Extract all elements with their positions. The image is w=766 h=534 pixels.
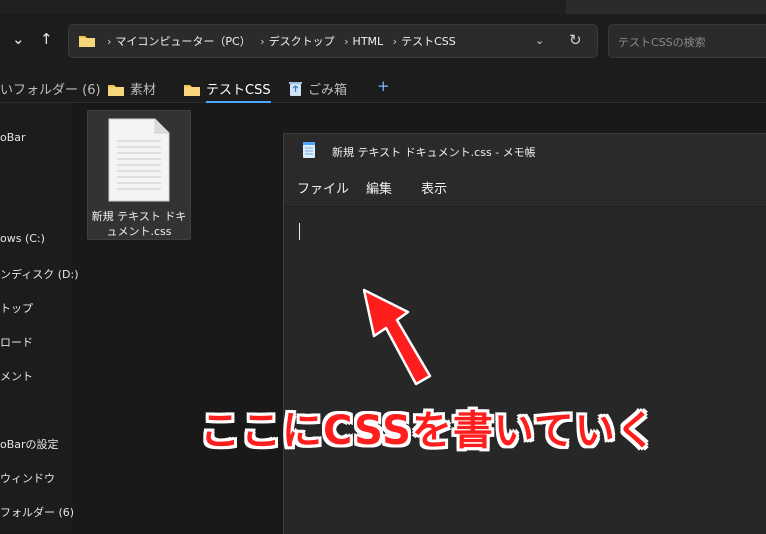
folder-icon xyxy=(79,36,95,47)
folder-icon xyxy=(108,85,124,96)
breadcrumb-item-desktop[interactable]: デスクトップ xyxy=(269,35,335,48)
text-cursor xyxy=(299,223,300,240)
sidebar-item-folder-6[interactable]: フォルダー (6) xyxy=(0,504,74,520)
window-title-strip xyxy=(0,0,766,14)
sidebar-item-drive-c[interactable]: ows (C:) xyxy=(0,232,45,245)
up-button[interactable]: ↑ xyxy=(40,30,53,48)
tab-label: テストCSS xyxy=(206,83,271,98)
breadcrumb-item-html[interactable]: HTML xyxy=(353,35,384,48)
sidebar-item-desktop[interactable]: トップ xyxy=(0,300,33,316)
tab-new-folder[interactable]: いフォルダー (6) xyxy=(0,79,101,98)
menu-edit[interactable]: 編集 xyxy=(366,178,392,197)
recycle-bin-icon xyxy=(289,82,302,96)
sidebar-item-window[interactable]: ウィンドウ xyxy=(0,470,55,486)
refresh-icon[interactable]: ↻ xyxy=(569,31,582,49)
file-item[interactable]: 新規 テキスト ドキュメント.css xyxy=(87,110,191,240)
breadcrumb: › マイコンピューター（PC） › デスクトップ › HTML › テストCSS xyxy=(105,33,460,49)
breadcrumb-separator: › xyxy=(344,35,349,48)
explorer-navigation-bar: ⌄ ↑ › マイコンピューター（PC） › デスクトップ › HTML › テストCSS… xyxy=(0,14,766,70)
tab-label: 素材 xyxy=(130,83,157,98)
folder-icon xyxy=(184,85,200,96)
breadcrumb-item-pc[interactable]: マイコンピューター（PC） xyxy=(115,35,250,48)
annotation-text: ここにCSSを書いていく xyxy=(200,408,657,454)
address-bar[interactable]: › マイコンピューター（PC） › デスクトップ › HTML › テストCSS ⌄ ↻ xyxy=(68,24,598,58)
recent-locations-button[interactable]: ⌄ xyxy=(12,30,25,48)
sidebar-item-downloads[interactable]: ロード xyxy=(0,334,33,350)
menu-view[interactable]: 表示 xyxy=(421,178,447,197)
navigation-pane: oBar ows (C:) ンディスク (D:) トップ ロード メント oBa… xyxy=(0,103,79,533)
file-name: 新規 テキスト ドキュメント.css xyxy=(91,210,187,238)
notepad-title-bar[interactable]: 新規 テキスト ドキュメント.css - メモ帳 xyxy=(284,134,766,168)
active-tab-indicator xyxy=(206,101,271,103)
search-input[interactable]: テストCSSの検索 xyxy=(608,24,766,58)
annotation-arrow-icon xyxy=(362,288,432,386)
tab-testcss[interactable]: テストCSS xyxy=(184,79,271,103)
sidebar-item-documents[interactable]: メント xyxy=(0,368,33,384)
new-tab-button[interactable]: + xyxy=(377,77,390,95)
tab-recycle-bin[interactable]: ごみ箱 xyxy=(289,79,347,98)
menu-file[interactable]: ファイル xyxy=(297,178,349,197)
sidebar-item-obar[interactable]: oBar xyxy=(0,131,26,144)
breadcrumb-separator: › xyxy=(107,35,112,48)
breadcrumb-item-testcss[interactable]: テストCSS xyxy=(401,35,456,48)
sidebar-item-drive-d[interactable]: ンディスク (D:) xyxy=(0,266,79,282)
notepad-menu-bar: ファイル 編集 表示 xyxy=(284,168,766,207)
title-strip-edge xyxy=(566,0,766,14)
notepad-icon xyxy=(303,142,315,158)
tab-label: ごみ箱 xyxy=(308,83,348,98)
tab-sozai[interactable]: 素材 xyxy=(108,79,156,98)
breadcrumb-separator: › xyxy=(260,35,265,48)
text-document-icon xyxy=(108,118,170,202)
window-title: 新規 テキスト ドキュメント.css - メモ帳 xyxy=(332,146,536,159)
tab-label: いフォルダー (6) xyxy=(0,83,101,98)
address-dropdown-icon[interactable]: ⌄ xyxy=(535,34,544,47)
sidebar-item-obar-settings[interactable]: oBarの設定 xyxy=(0,436,59,452)
breadcrumb-separator: › xyxy=(392,35,398,48)
